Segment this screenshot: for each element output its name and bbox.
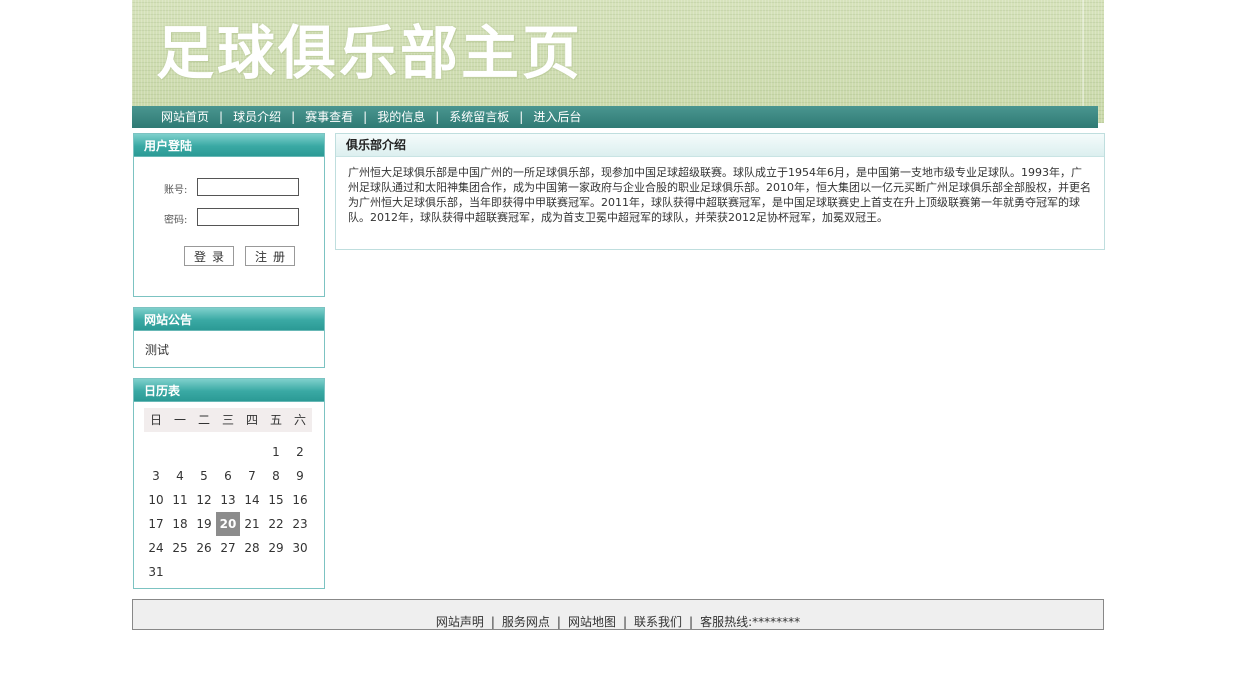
nav-item-admin[interactable]: 进入后台: [533, 110, 581, 124]
calendar-day[interactable]: 10: [144, 488, 168, 512]
nav-item-home[interactable]: 网站首页: [161, 110, 209, 124]
calendar-day[interactable]: 5: [192, 464, 216, 488]
calendar-day[interactable]: 7: [240, 464, 264, 488]
register-button[interactable]: 注册: [245, 246, 295, 266]
calendar-day[interactable]: 18: [168, 512, 192, 536]
calendar-day[interactable]: 26: [192, 536, 216, 560]
calendar-weekday: 四: [240, 408, 264, 432]
calendar-day[interactable]: 24: [144, 536, 168, 560]
calendar-day: [192, 560, 216, 584]
nav-item-message-board[interactable]: 系统留言板: [449, 110, 509, 124]
login-box: 用户登陆 账号: 密码: 登录 注册: [133, 133, 325, 297]
calendar-day[interactable]: 27: [216, 536, 240, 560]
calendar-day: [144, 440, 168, 464]
main-nav: 网站首页 | 球员介绍 | 赛事查看 | 我的信息 | 系统留言板 | 进入后台: [132, 106, 1098, 128]
site-footer: 网站声明 | 服务网点 | 网站地图 | 联系我们 | 客服热线:********: [132, 599, 1104, 630]
calendar-day[interactable]: 31: [144, 560, 168, 584]
calendar-box-title: 日历表: [134, 379, 324, 402]
nav-item-matches[interactable]: 赛事查看: [305, 110, 353, 124]
calendar-day: [216, 560, 240, 584]
calendar-weekday: 五: [264, 408, 288, 432]
footer-separator: |: [556, 615, 561, 629]
calendar-day: [192, 440, 216, 464]
calendar-box: 日历表 日一二三四五六 1 2 3 4 5 6 7 8 9 10 11 12 13 14 15 16 17 18 19…: [133, 378, 325, 589]
hotline-label: 客服热线:: [700, 615, 753, 629]
footer-link-statement[interactable]: 网站声明: [436, 615, 484, 629]
password-input[interactable]: [197, 208, 299, 226]
calendar-day[interactable]: 2: [288, 440, 312, 464]
calendar-day[interactable]: 28: [240, 536, 264, 560]
calendar-day: [240, 440, 264, 464]
calendar-day[interactable]: 8: [264, 464, 288, 488]
calendar-weekday: 三: [216, 408, 240, 432]
calendar-day[interactable]: 11: [168, 488, 192, 512]
club-intro-panel: 俱乐部介绍 广州恒大足球俱乐部是中国广州的一所足球俱乐部，现参加中国足球超级联赛…: [335, 133, 1105, 250]
footer-separator: |: [490, 615, 495, 629]
calendar-day: [216, 440, 240, 464]
calendar-day[interactable]: 16: [288, 488, 312, 512]
calendar-day: [264, 560, 288, 584]
nav-items: 网站首页 | 球员介绍 | 赛事查看 | 我的信息 | 系统留言板 | 进入后台: [161, 106, 581, 128]
nav-separator: |: [519, 110, 524, 124]
calendar-day: [240, 560, 264, 584]
banner-edge-line: [1082, 0, 1084, 123]
calendar-day[interactable]: 9: [288, 464, 312, 488]
calendar-day[interactable]: 30: [288, 536, 312, 560]
calendar-day[interactable]: 12: [192, 488, 216, 512]
calendar-weekday: 二: [192, 408, 216, 432]
calendar-day: [288, 560, 312, 584]
calendar-day[interactable]: 3: [144, 464, 168, 488]
calendar-day[interactable]: 23: [288, 512, 312, 536]
calendar-day[interactable]: 6: [216, 464, 240, 488]
club-intro-text: 广州恒大足球俱乐部是中国广州的一所足球俱乐部，现参加中国足球超级联赛。球队成立于…: [348, 166, 1091, 224]
calendar-day[interactable]: 21: [240, 512, 264, 536]
calendar-day[interactable]: 17: [144, 512, 168, 536]
calendar-day[interactable]: 13: [216, 488, 240, 512]
hotline-value: ********: [752, 615, 801, 629]
account-input[interactable]: [197, 178, 299, 196]
calendar-day[interactable]: 29: [264, 536, 288, 560]
footer-link-service-points[interactable]: 服务网点: [502, 615, 550, 629]
calendar-day[interactable]: 4: [168, 464, 192, 488]
nav-separator: |: [291, 110, 296, 124]
calendar-weekday: 一: [168, 408, 192, 432]
calendar-day: [168, 560, 192, 584]
calendar-day[interactable]: 19: [192, 512, 216, 536]
calendar-day[interactable]: 15: [264, 488, 288, 512]
nav-separator: |: [435, 110, 440, 124]
login-button[interactable]: 登录: [184, 246, 234, 266]
account-label: 账号:: [164, 185, 188, 196]
login-box-title: 用户登陆: [134, 134, 324, 157]
calendar-day[interactable]: 14: [240, 488, 264, 512]
footer-link-sitemap[interactable]: 网站地图: [568, 615, 616, 629]
site-banner: 足球俱乐部主页: [132, 0, 1104, 123]
calendar-weekday: 六: [288, 408, 312, 432]
notice-box-title: 网站公告: [134, 308, 324, 331]
notice-box: 网站公告 测试: [133, 307, 325, 368]
calendar-day[interactable]: 25: [168, 536, 192, 560]
club-intro-title: 俱乐部介绍: [336, 134, 1104, 157]
footer-links: 网站声明 | 服务网点 | 网站地图 | 联系我们 | 客服热线:********: [133, 614, 1103, 630]
calendar-day[interactable]: 22: [264, 512, 288, 536]
banner-title: 足球俱乐部主页: [156, 19, 584, 87]
nav-separator: |: [219, 110, 224, 124]
footer-link-contact[interactable]: 联系我们: [634, 615, 682, 629]
password-label: 密码:: [164, 215, 188, 226]
nav-item-players[interactable]: 球员介绍: [233, 110, 281, 124]
footer-separator: |: [689, 615, 694, 629]
nav-separator: |: [363, 110, 368, 124]
calendar-day[interactable]: 1: [264, 440, 288, 464]
calendar-weekday: 日: [144, 408, 168, 432]
notice-content: 测试: [145, 343, 170, 357]
calendar-day-today[interactable]: 20: [216, 512, 240, 536]
nav-item-my-info[interactable]: 我的信息: [377, 110, 425, 124]
calendar-day: [168, 440, 192, 464]
footer-separator: |: [622, 615, 628, 629]
